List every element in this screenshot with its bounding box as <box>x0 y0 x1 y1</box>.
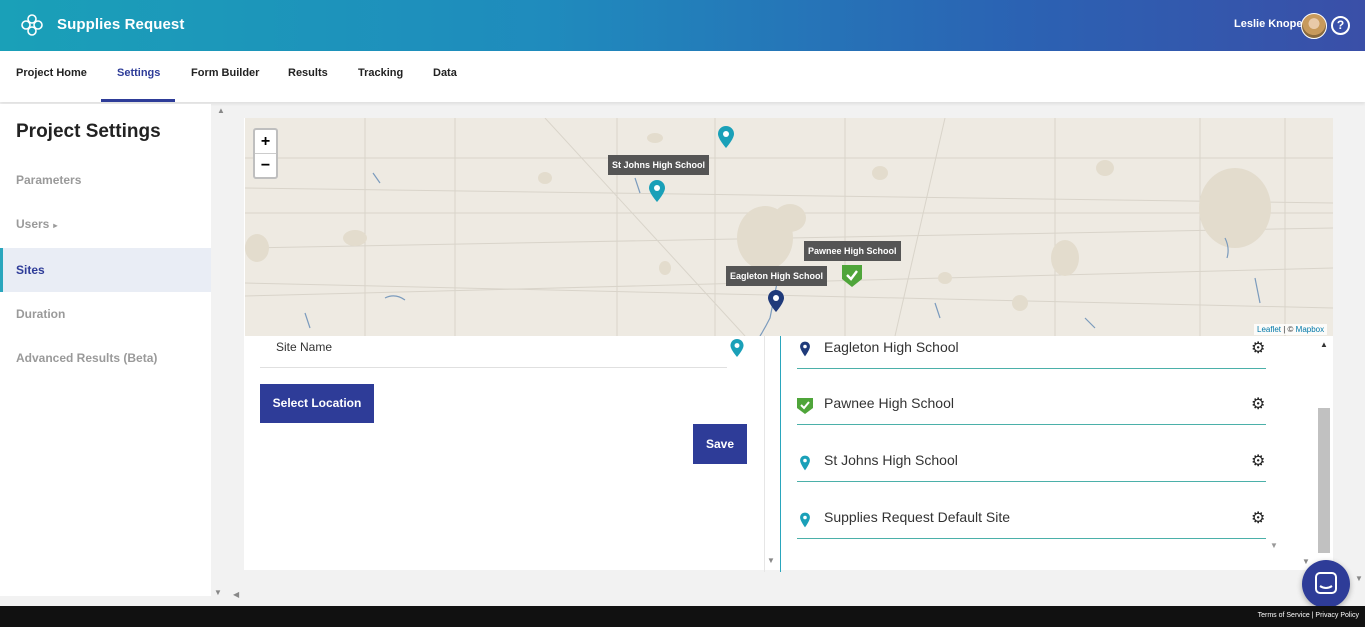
sidebar-item-label: Advanced Results (Beta) <box>16 351 158 365</box>
tab-data[interactable]: Data <box>433 67 457 79</box>
map-label-pawnee: Pawnee High School <box>804 241 901 261</box>
gear-icon[interactable]: ⚙ <box>1251 451 1265 471</box>
footer-links[interactable]: Terms of Service | Privacy Policy <box>1258 612 1359 619</box>
scroll-down-arrow-icon[interactable]: ▼ <box>1355 574 1363 583</box>
map-pin-teal-icon[interactable] <box>718 126 734 148</box>
chat-launcher-button[interactable] <box>1302 560 1350 608</box>
scroll-down-arrow-icon[interactable]: ▼ <box>214 588 222 597</box>
sidebar-item-sites[interactable]: Sites <box>0 248 211 292</box>
select-location-button[interactable]: Select Location <box>260 384 374 423</box>
tab-project-home[interactable]: Project Home <box>16 67 87 79</box>
sidebar-item-label: Users <box>16 217 50 231</box>
tab-form-builder[interactable]: Form Builder <box>191 67 259 79</box>
tab-results[interactable]: Results <box>288 67 328 79</box>
site-list-item[interactable]: St Johns High School ⚙ <box>797 450 1266 482</box>
gear-icon[interactable]: ⚙ <box>1251 394 1265 414</box>
sidebar-item-label: Parameters <box>16 173 82 187</box>
flower-logo-icon[interactable] <box>20 13 44 37</box>
gear-icon[interactable]: ⚙ <box>1251 508 1265 528</box>
pin-navy-icon <box>800 341 810 357</box>
sidebar-item-advanced-results[interactable]: Advanced Results (Beta) <box>0 336 211 380</box>
zoom-in-button[interactable]: + <box>255 130 276 153</box>
scroll-down-arrow-icon[interactable]: ▼ <box>1270 541 1278 550</box>
sidebar-item-parameters[interactable]: Parameters <box>0 158 211 202</box>
site-list-item[interactable]: Supplies Request Default Site ⚙ <box>797 507 1266 539</box>
user-name[interactable]: Leslie Knope <box>1234 18 1302 30</box>
site-name: St Johns High School <box>824 452 958 468</box>
attribution-separator: | © <box>1281 325 1296 334</box>
map-label-st-johns: St Johns High School <box>608 155 710 175</box>
top-header: Supplies Request Leslie Knope ? <box>0 0 1365 51</box>
chat-bubble-icon <box>1315 572 1337 594</box>
check-shield-icon[interactable] <box>842 265 862 287</box>
map-tiles <box>245 118 1333 336</box>
tab-settings[interactable]: Settings <box>117 67 160 79</box>
sidebar-item-duration[interactable]: Duration <box>0 292 211 336</box>
mapbox-link[interactable]: Mapbox <box>1296 325 1324 334</box>
map-zoom-control: + − <box>253 128 278 179</box>
avatar[interactable] <box>1301 13 1327 39</box>
scroll-up-arrow-icon[interactable]: ▲ <box>217 106 225 115</box>
settings-sidebar: Project Settings Parameters Users ▸ Sites… <box>0 104 211 596</box>
zoom-out-button[interactable]: − <box>255 153 276 176</box>
list-divider <box>780 336 781 572</box>
chevron-right-icon: ▸ <box>53 221 58 230</box>
sidebar-item-label: Duration <box>16 307 66 321</box>
site-name-field[interactable]: Site Name <box>276 340 332 354</box>
question-circle-icon[interactable]: ? <box>1331 16 1350 35</box>
scrollbar-thumb[interactable] <box>1318 408 1330 553</box>
active-tab-indicator <box>101 99 175 102</box>
scroll-down-arrow-icon[interactable]: ▼ <box>767 556 775 565</box>
save-button[interactable]: Save <box>693 424 747 464</box>
page-footer: Terms of Service | Privacy Policy <box>0 606 1365 627</box>
pin-teal-icon <box>800 512 810 528</box>
map-pin-navy-icon[interactable] <box>768 290 784 312</box>
location-pin-icon[interactable] <box>730 339 744 357</box>
map-label-eagleton: Eagleton High School <box>726 266 828 286</box>
site-name: Pawnee High School <box>824 395 954 411</box>
site-name: Supplies Request Default Site <box>824 509 1010 525</box>
site-list-item[interactable]: Eagleton High School ⚙ <box>797 337 1266 369</box>
tab-tracking[interactable]: Tracking <box>358 67 403 79</box>
app-title[interactable]: Supplies Request <box>57 16 184 33</box>
pin-teal-icon <box>800 455 810 471</box>
site-name: Eagleton High School <box>824 339 959 355</box>
scroll-up-arrow-icon[interactable]: ▲ <box>1320 340 1328 349</box>
form-divider <box>764 336 765 572</box>
map-pin-teal-icon[interactable] <box>649 180 665 202</box>
sites-map[interactable] <box>245 118 1333 336</box>
sidebar-item-users[interactable]: Users ▸ <box>0 202 211 246</box>
map-attribution: Leaflet | © Mapbox <box>1254 324 1328 335</box>
scroll-left-arrow-icon[interactable]: ◀ <box>233 590 239 599</box>
gear-icon[interactable]: ⚙ <box>1251 338 1265 358</box>
site-name-underline <box>260 367 727 368</box>
leaflet-link[interactable]: Leaflet <box>1257 325 1281 334</box>
tab-bar: Project Home Settings Form Builder Resul… <box>0 51 1365 102</box>
sidebar-item-label: Sites <box>16 263 45 277</box>
site-list-item[interactable]: Pawnee High School ⚙ <box>797 393 1266 425</box>
sidebar-title: Project Settings <box>16 121 161 142</box>
check-shield-icon <box>797 398 813 414</box>
